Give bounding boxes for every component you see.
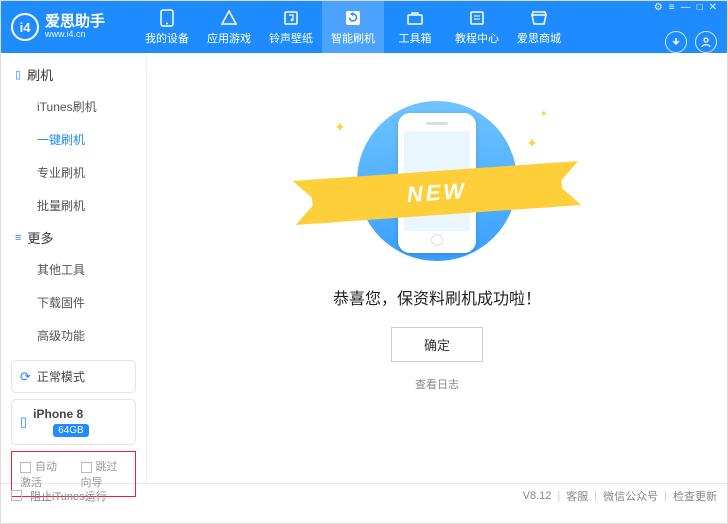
- menu-icon[interactable]: ≡: [669, 2, 675, 13]
- nav-store[interactable]: 爱思商城: [508, 1, 570, 53]
- block-itunes-checkbox[interactable]: 阻止iTunes运行: [11, 488, 107, 504]
- apps-icon: [220, 9, 238, 27]
- view-log-link[interactable]: 查看日志: [415, 376, 459, 392]
- sidebar: ▯刷机 iTunes刷机 一键刷机 专业刷机 批量刷机 ≡更多 其他工具 下载固…: [1, 53, 147, 483]
- nav-ringtones[interactable]: 铃声壁纸: [260, 1, 322, 53]
- ok-button[interactable]: 确定: [391, 327, 483, 362]
- sparkle-icon: ✦: [540, 109, 548, 120]
- logo: i4 爱思助手 www.i4.cn: [11, 13, 136, 41]
- sidebar-item-oneclick-flash[interactable]: 一键刷机: [1, 123, 146, 156]
- new-ribbon: NEW: [311, 162, 563, 223]
- check-update-link[interactable]: 检查更新: [673, 488, 717, 504]
- sync-icon: ⟳: [20, 369, 31, 385]
- nav-tutorials[interactable]: 教程中心: [446, 1, 508, 53]
- music-icon: [282, 9, 300, 27]
- storage-badge: 64GB: [53, 424, 89, 437]
- nav-toolbox[interactable]: 工具箱: [384, 1, 446, 53]
- nav-apps[interactable]: 应用游戏: [198, 1, 260, 53]
- version-label: V8.12: [523, 490, 552, 502]
- logo-text: 爱思助手 www.i4.cn: [45, 14, 105, 40]
- success-illustration: ✦ ✦ ✦ NEW: [322, 101, 552, 261]
- sidebar-bottom: ⟳正常模式 ▯ iPhone 8 64GB 自动激活 跳过向导: [1, 352, 146, 505]
- sidebar-item-pro-flash[interactable]: 专业刷机: [1, 156, 146, 189]
- nav-flash[interactable]: 智能刷机: [322, 1, 384, 53]
- toolbox-icon: [406, 9, 424, 27]
- phone-icon: [158, 9, 176, 27]
- shop-icon: [530, 9, 548, 27]
- window-controls: ⚙ ≡ — □ ✕: [654, 2, 717, 13]
- menu-icon: ≡: [15, 232, 21, 244]
- user-button[interactable]: [695, 31, 717, 53]
- phone-icon: ▯: [15, 68, 21, 81]
- sidebar-group-more[interactable]: ≡更多: [1, 222, 146, 253]
- sidebar-group-flash[interactable]: ▯刷机: [1, 59, 146, 90]
- top-nav: 我的设备 应用游戏 铃声壁纸 智能刷机 工具箱 教程中心 爱思商城: [136, 1, 570, 53]
- book-icon: [468, 9, 486, 27]
- mode-indicator[interactable]: ⟳正常模式: [11, 360, 136, 393]
- phone-icon: ▯: [20, 414, 27, 430]
- device-indicator[interactable]: ▯ iPhone 8 64GB: [11, 399, 136, 445]
- header: i4 爱思助手 www.i4.cn 我的设备 应用游戏 铃声壁纸 智能刷机 工具…: [1, 1, 727, 53]
- sparkle-icon: ✦: [334, 119, 346, 136]
- settings-icon[interactable]: ⚙: [654, 2, 663, 13]
- support-link[interactable]: 客服: [566, 488, 588, 504]
- sidebar-item-other-tools[interactable]: 其他工具: [1, 253, 146, 286]
- auto-activate-checkbox[interactable]: 自动激活: [20, 458, 67, 490]
- wechat-link[interactable]: 微信公众号: [603, 488, 658, 504]
- refresh-icon: [344, 9, 362, 27]
- sidebar-item-download-firmware[interactable]: 下载固件: [1, 286, 146, 319]
- sidebar-item-itunes-flash[interactable]: iTunes刷机: [1, 90, 146, 123]
- maximize-button[interactable]: □: [697, 2, 703, 13]
- main-content: ✦ ✦ ✦ NEW 恭喜您，保资料刷机成功啦！ 确定 查看日志: [147, 53, 727, 483]
- sidebar-item-advanced[interactable]: 高级功能: [1, 319, 146, 352]
- close-button[interactable]: ✕: [709, 2, 717, 13]
- nav-devices[interactable]: 我的设备: [136, 1, 198, 53]
- body: ▯刷机 iTunes刷机 一键刷机 专业刷机 批量刷机 ≡更多 其他工具 下载固…: [1, 53, 727, 483]
- header-right: ⚙ ≡ — □ ✕: [654, 2, 717, 53]
- skip-guide-checkbox[interactable]: 跳过向导: [81, 458, 128, 490]
- logo-icon: i4: [11, 13, 39, 41]
- sparkle-icon: ✦: [526, 135, 538, 152]
- minimize-button[interactable]: —: [681, 2, 691, 13]
- download-button[interactable]: [665, 31, 687, 53]
- success-message: 恭喜您，保资料刷机成功啦！: [333, 285, 541, 309]
- sidebar-item-batch-flash[interactable]: 批量刷机: [1, 189, 146, 222]
